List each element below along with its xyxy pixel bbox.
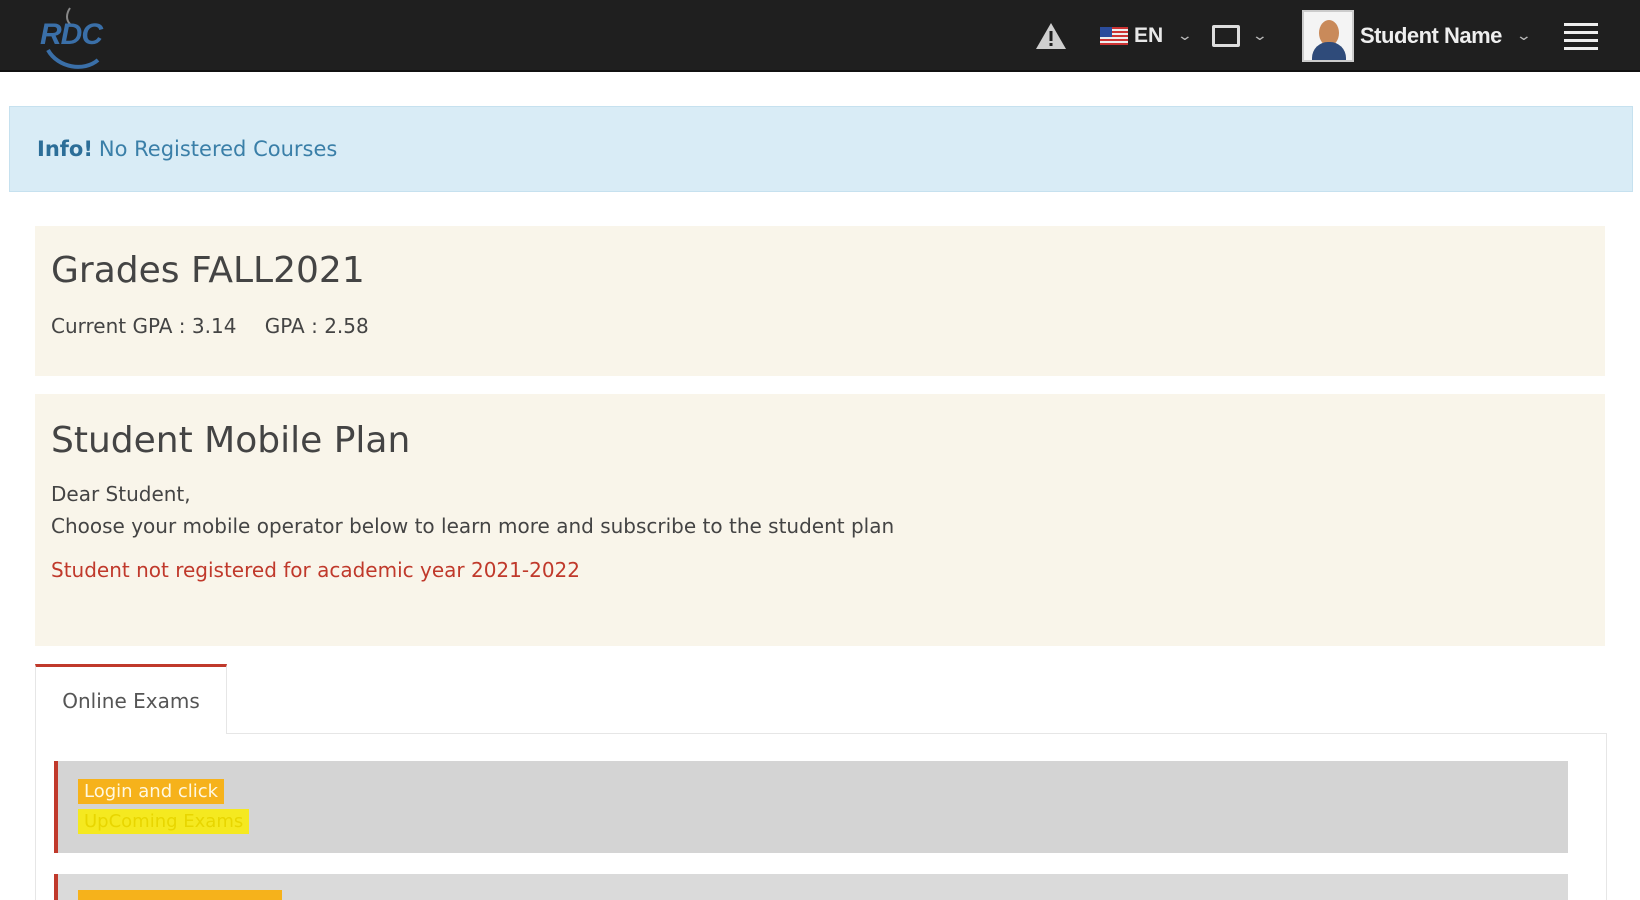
chevron-down-icon: ⌄ [1515,28,1533,44]
mobile-plan-title: Student Mobile Plan [51,420,411,461]
display-mode-selector[interactable]: ⌄ [1212,0,1269,72]
avatar [1302,10,1354,62]
alert-label: Info! [37,137,93,161]
alerts-button[interactable] [1034,0,1068,72]
user-menu[interactable]: Student Name ⌄ [1302,0,1533,72]
overall-gpa: GPA : 2.58 [264,314,369,338]
exams-tabs: Online Exams Login and click UpComing Ex… [35,664,1607,900]
chevron-down-icon: ⌄ [1176,28,1194,44]
mobile-plan-text: Dear Student, Choose your mobile operato… [51,478,894,542]
exam-card [54,874,1568,900]
registration-error: Student not registered for academic year… [51,558,580,582]
alert-message: No Registered Courses [98,137,338,161]
language-selector[interactable]: EN ⌄ [1100,0,1194,72]
warning-icon [1036,23,1066,49]
exam-card-line2: UpComing Exams [78,809,250,834]
gpa-line: Current GPA : 3.14 GPA : 2.58 [51,314,369,338]
mobile-plan-panel: Student Mobile Plan Dear Student, Choose… [35,394,1605,646]
tab-online-exams[interactable]: Online Exams [35,664,227,734]
screen-icon [1212,25,1240,47]
chevron-down-icon: ⌄ [1251,28,1269,44]
user-name: Student Name [1360,23,1502,48]
top-navbar: RDC EN ⌄ ⌄ Student Name ⌄ [0,0,1640,72]
instruction: Choose your mobile operator below to lea… [51,514,895,538]
exam-card: Login and click UpComing Exams [54,761,1568,853]
grades-title: Grades FALL2021 [51,250,365,291]
hamburger-menu-icon[interactable] [1564,0,1598,72]
info-alert: Info! No Registered Courses [9,106,1633,192]
current-gpa: Current GPA : 3.14 [51,314,237,338]
exam-card-highlight [78,890,282,900]
logo-text: RDC [40,18,103,51]
exam-card-line1: Login and click [78,779,225,804]
language-label: EN [1134,24,1164,47]
us-flag-icon [1100,27,1128,45]
greeting: Dear Student, [51,482,191,506]
grades-panel: Grades FALL2021 Current GPA : 3.14 GPA :… [35,226,1605,376]
logo[interactable]: RDC [36,2,116,70]
